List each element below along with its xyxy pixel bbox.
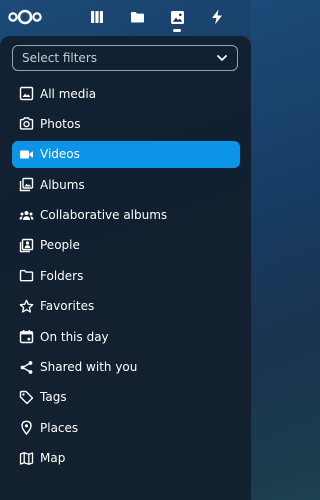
nav-label: People [40,238,80,253]
nav-item-folders[interactable]: Folders [12,262,240,289]
nav-label: Collaborative albums [40,208,168,223]
person-card-icon [19,238,34,253]
filter-select[interactable]: Select filters [12,45,238,71]
map-icon [19,451,34,466]
activity-lightning-icon[interactable] [208,8,226,26]
video-icon [19,147,34,162]
nav-label: On this day [40,329,109,344]
nav-item-places[interactable]: Places [12,414,240,441]
nav-label: Albums [40,177,85,192]
nav-label: Shared with you [40,360,138,375]
navigation-panel: Select filters All media Photos Videos A… [0,36,251,500]
nav-label: Folders [40,268,84,283]
nav-item-collaborative-albums[interactable]: Collaborative albums [12,202,240,229]
nav-item-shared-with-you[interactable]: Shared with you [12,354,240,381]
nav-label: All media [40,86,97,101]
nav-item-photos[interactable]: Photos [12,110,240,137]
filter-placeholder: Select filters [22,51,97,65]
nav-item-tags[interactable]: Tags [12,384,240,411]
people-group-icon [19,208,34,223]
nav-label: Map [40,451,66,466]
nav-item-videos[interactable]: Videos [12,140,240,168]
nav-label: Favorites [40,299,95,314]
files-folder-icon[interactable] [128,8,146,26]
nextcloud-logo-icon[interactable] [8,8,42,26]
folder-icon [19,268,34,283]
nav-item-albums[interactable]: Albums [12,171,240,198]
nav-label: Tags [40,390,67,405]
share-icon [19,360,34,375]
nav-item-all-media[interactable]: All media [12,80,240,107]
chevron-down-icon [217,55,227,61]
top-bar [0,0,251,36]
tag-icon [19,390,34,405]
nav-item-people[interactable]: People [12,232,240,259]
nav-item-map[interactable]: Map [12,445,240,472]
nav-label: Photos [40,116,81,131]
star-icon [19,299,34,314]
nav-list: All media Photos Videos Albums Collabora [12,80,240,475]
map-pin-icon [19,420,34,436]
camera-icon [19,116,34,131]
calendar-icon [19,329,34,344]
nav-label: Videos [40,147,80,162]
dashboard-icon[interactable] [88,8,106,26]
active-app-indicator [173,29,181,32]
nav-item-on-this-day[interactable]: On this day [12,323,240,350]
image-icon [19,86,34,101]
nav-label: Places [40,420,79,435]
photos-image-icon[interactable] [168,8,186,26]
albums-icon [19,177,34,192]
nav-item-favorites[interactable]: Favorites [12,293,240,320]
